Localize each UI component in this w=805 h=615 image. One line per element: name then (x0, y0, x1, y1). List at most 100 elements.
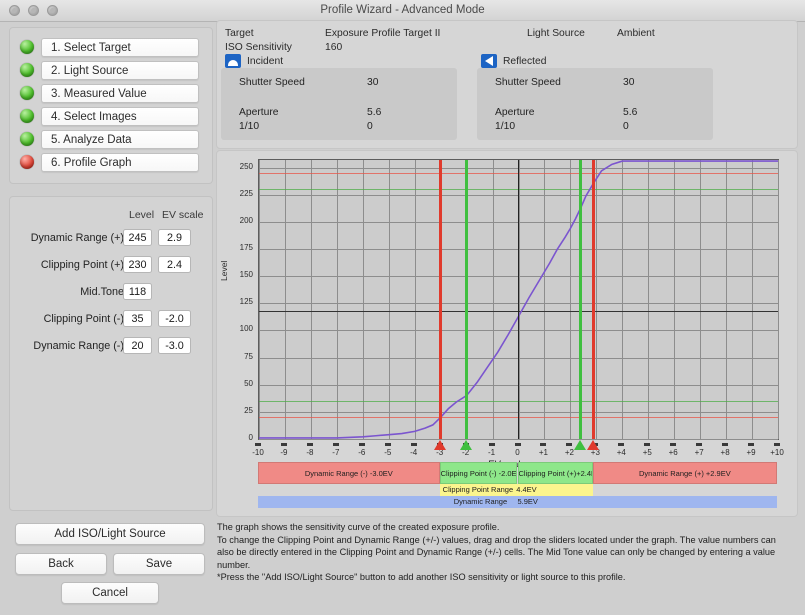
x-tick-mark (488, 443, 495, 446)
step-status-led-green (20, 40, 34, 54)
value-row-label: Clipping Point (-) (43, 313, 124, 325)
level-input[interactable]: 118 (123, 283, 152, 300)
light-source-value: Ambient (617, 28, 655, 39)
wizard-step-6[interactable]: 6. Profile Graph (20, 152, 199, 172)
wizard-step-button[interactable]: 3. Measured Value (41, 83, 199, 103)
x-tick-mark (358, 443, 365, 446)
wizard-step-button[interactable]: 1. Select Target (41, 37, 199, 57)
x-tick-label: +10 (770, 448, 784, 457)
slider-line-clipping-point-plus-slider[interactable] (579, 160, 583, 439)
clipping-point-range-value: 4.4EV (516, 485, 537, 494)
slider-line-clipping-point-minus-slider[interactable] (465, 160, 469, 439)
help-line-1: The graph shows the sensitivity curve of… (217, 522, 500, 532)
add-iso-light-source-button[interactable]: Add ISO/Light Source (15, 523, 205, 545)
value-row-label: Dynamic Range (+) (30, 232, 124, 244)
step-status-led-green (20, 86, 34, 100)
clipping-point-range-bar: Clipping Point Range 4.4EV (439, 484, 593, 496)
x-tick-mark (722, 443, 729, 446)
clipping-point-plus-bar: Clipping Point (+)+2.4EV (517, 462, 593, 484)
x-tick-label: -5 (384, 448, 392, 457)
y-tick-label: 250 (239, 161, 253, 171)
x-tick-mark (306, 443, 313, 446)
incident-fraction-value: 0 (367, 121, 373, 132)
x-tick-label: +1 (538, 448, 548, 457)
level-input[interactable]: 35 (123, 310, 152, 327)
wizard-step-5[interactable]: 5. Analyze Data (20, 129, 199, 149)
reflected-label: Reflected (503, 56, 547, 67)
iso-sensitivity-label: ISO Sensitivity (225, 42, 292, 53)
x-tick-label: -10 (252, 448, 264, 457)
value-row: Mid.Tone 118 (10, 283, 212, 301)
wizard-step-4[interactable]: 4. Select Images (20, 106, 199, 126)
wizard-step-1[interactable]: 1. Select Target (20, 37, 199, 57)
reflected-cone-icon (481, 54, 497, 68)
y-tick-label: 75 (244, 351, 253, 361)
ev-scale-input[interactable]: 2.9 (158, 229, 191, 246)
target-value: Exposure Profile Target II (325, 28, 441, 39)
wizard-steps-panel: 1. Select Target 2. Light Source 3. Measur… (9, 27, 213, 184)
level-input[interactable]: 230 (123, 256, 152, 273)
x-tick-mark (255, 443, 261, 446)
x-tick-label: -9 (280, 448, 288, 457)
x-tick-label: -4 (410, 448, 418, 457)
slider-line-dynamic-range-minus-slider[interactable] (439, 160, 443, 439)
y-tick-label: 175 (239, 243, 253, 253)
wizard-step-2[interactable]: 2. Light Source (20, 60, 199, 80)
value-row-label: Clipping Point (+) (40, 259, 124, 271)
x-tick-mark (384, 443, 391, 446)
incident-aperture-label: Aperture (239, 107, 279, 118)
slider-handle-clipping-point-plus-slider[interactable] (573, 440, 586, 450)
y-tick-label: 200 (239, 215, 253, 225)
level-input[interactable]: 245 (123, 229, 152, 246)
x-tick-mark (696, 443, 703, 446)
x-tick-mark (514, 443, 521, 446)
reflected-fraction-label: 1/10 (495, 121, 516, 132)
slider-line-mid-tone-axis (517, 160, 520, 439)
wizard-step-button[interactable]: 5. Analyze Data (41, 129, 199, 149)
clipping-point-range-label: Clipping Point Range (442, 485, 514, 494)
ev-scale-input[interactable]: -2.0 (158, 310, 191, 327)
x-tick-mark (332, 443, 339, 446)
x-tick-label: -7 (332, 448, 340, 457)
step-status-led-green (20, 109, 34, 123)
y-tick-label: 150 (239, 270, 253, 280)
slider-handle-dynamic-range-plus-slider[interactable] (586, 440, 599, 450)
back-button[interactable]: Back (15, 553, 107, 575)
dynamic-range-bar: Dynamic Range 5.9EV (258, 496, 777, 508)
incident-fraction-label: 1/10 (239, 121, 260, 132)
reflected-aperture-label: Aperture (495, 107, 535, 118)
slider-line-dynamic-range-plus-slider[interactable] (592, 160, 596, 439)
reflected-fraction-value: 0 (623, 121, 629, 132)
reflected-shutter-speed-label: Shutter Speed (495, 77, 561, 88)
light-source-label: Light Source (527, 28, 585, 39)
y-tick-label: 25 (244, 405, 253, 415)
x-tick-label: +5 (642, 448, 652, 457)
sensitivity-curve-plot[interactable] (258, 159, 779, 440)
values-panel: Level EV scale Dynamic Range (+) 245 2.9 Cl… (9, 196, 213, 511)
help-text: The graph shows the sensitivity curve of… (217, 521, 795, 584)
wizard-step-button[interactable]: 6. Profile Graph (41, 152, 199, 172)
wizard-step-button[interactable]: 4. Select Images (41, 106, 199, 126)
help-line-3: *Press the "Add ISO/Light Source" button… (217, 572, 626, 583)
x-tick-label: +6 (668, 448, 678, 457)
step-status-led-green (20, 132, 34, 146)
ev-scale-input[interactable]: -3.0 (158, 337, 191, 354)
incident-label: Incident (247, 56, 284, 67)
incident-aperture-value: 5.6 (367, 107, 382, 118)
value-row-label: Dynamic Range (-) (33, 340, 124, 352)
save-button[interactable]: Save (113, 553, 205, 575)
y-tick-label: 0 (248, 433, 253, 442)
wizard-step-button[interactable]: 2. Light Source (41, 60, 199, 80)
slider-handle-clipping-point-minus-slider[interactable] (459, 440, 472, 450)
title-bar: Profile Wizard - Advanced Mode (0, 0, 805, 22)
incident-shutter-speed-label: Shutter Speed (239, 77, 305, 88)
help-line-2: To change the Clipping Point and Dynamic… (217, 534, 776, 570)
x-tick-mark (540, 443, 547, 446)
ev-scale-input[interactable]: 2.4 (158, 256, 191, 273)
slider-handle-dynamic-range-minus-slider[interactable] (433, 440, 446, 450)
x-tick-label: +8 (720, 448, 730, 457)
wizard-step-3[interactable]: 3. Measured Value (20, 83, 199, 103)
level-input[interactable]: 20 (123, 337, 152, 354)
cancel-button[interactable]: Cancel (61, 582, 159, 604)
values-header-level: Level (129, 209, 155, 221)
